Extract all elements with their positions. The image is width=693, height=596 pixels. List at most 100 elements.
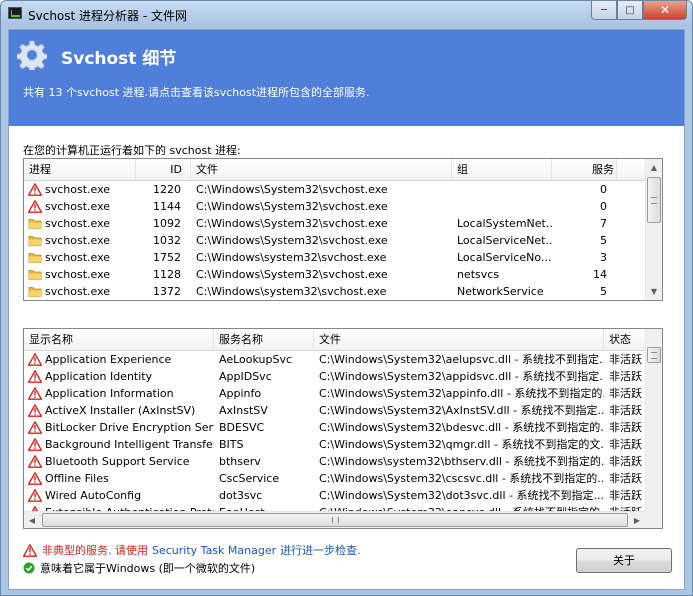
process-file: C:\Windows\system32\svchost.exe <box>196 285 387 298</box>
process-name: svchost.exe <box>45 251 111 264</box>
service-file: C:\Windows\System32\cscsvc.dll - 系统找不到指定… <box>319 472 604 485</box>
process-row[interactable]: svchost.exe 1032 C:\Windows\System32\svcho… <box>24 232 617 249</box>
service-list[interactable]: 显示名称 服务名称 文件 状态 Application Experience Ae… <box>23 328 663 529</box>
service-display-name-cell: Application Information <box>24 385 214 402</box>
scroll-left-arrow[interactable]: ◀ <box>24 512 40 528</box>
minimize-button[interactable]: ─ <box>591 1 617 20</box>
scrollbar-thumb[interactable] <box>647 177 661 223</box>
process-id: 1220 <box>153 183 181 196</box>
warning-triangle-icon <box>28 183 42 196</box>
service-display-name-cell: Application Identity <box>24 368 214 385</box>
title-bar[interactable]: Svchost 进程分析器 - 文件网 ─ □ ✕ <box>1 1 692 27</box>
scroll-down-arrow[interactable]: ▼ <box>646 283 662 300</box>
maximize-button[interactable]: □ <box>617 1 643 20</box>
process-name-cell: svchost.exe <box>24 181 136 198</box>
folder-icon <box>28 287 42 297</box>
process-list-body: svchost.exe 1220 C:\Windows\System32\svcho… <box>24 181 617 300</box>
process-name-cell: svchost.exe <box>24 215 136 232</box>
column-header-id[interactable]: ID <box>136 159 191 181</box>
service-status: 非活跃 <box>609 472 642 485</box>
process-id: 1372 <box>153 285 181 298</box>
service-row[interactable]: Bluetooth Support Service bthserv C:\Windo… <box>24 453 646 470</box>
column-header-file[interactable]: 文件 <box>191 159 452 181</box>
about-button[interactable]: 关于 <box>576 548 672 573</box>
horizontal-scrollbar-thumb[interactable] <box>42 513 628 527</box>
column-header-display-name[interactable]: 显示名称 <box>24 329 214 351</box>
process-file: C:\Windows\System32\svchost.exe <box>196 200 388 213</box>
service-display-name-cell: ActiveX Installer (AxInstSV) <box>24 402 214 419</box>
process-list-scrollbar[interactable]: ▲ ▼ <box>645 159 662 300</box>
service-display-name: BitLocker Drive Encryption Service <box>45 421 214 434</box>
process-list[interactable]: 进程 ID 文件 组 服务 svchost.exe 1220 C:\Windows\… <box>23 158 663 301</box>
service-row[interactable]: Application Information Appinfo C:\Windows… <box>24 385 646 402</box>
process-name: svchost.exe <box>45 183 111 196</box>
process-list-header: 进程 ID 文件 组 服务 <box>24 159 646 181</box>
process-id: 1752 <box>153 251 181 264</box>
scroll-up-arrow[interactable]: ▲ <box>646 159 662 176</box>
service-status: 非活跃 <box>609 387 642 400</box>
close-button[interactable]: ✕ <box>643 1 687 20</box>
security-task-manager-link[interactable]: Security Task Manager <box>152 544 276 557</box>
check-circle-icon <box>23 562 35 574</box>
warning-triangle-icon <box>23 543 37 557</box>
process-row[interactable]: svchost.exe 1372 C:\Windows\system32\svcho… <box>24 283 617 300</box>
column-header-services[interactable]: 服务 <box>552 159 617 181</box>
process-row[interactable]: svchost.exe 1752 C:\Windows\system32\svcho… <box>24 249 617 266</box>
service-row[interactable]: BitLocker Drive Encryption Service BDESVC… <box>24 419 646 436</box>
service-row[interactable]: Wired AutoConfig dot3svc C:\Windows\System… <box>24 487 646 504</box>
app-icon <box>8 7 22 19</box>
service-display-name: Application Experience <box>45 353 172 366</box>
service-status: 非活跃 <box>609 404 642 417</box>
legend-ok-text: 意味着它属于Windows (即一个微软的文件) <box>40 562 256 575</box>
process-row[interactable]: svchost.exe 1144 C:\Windows\System32\svcho… <box>24 198 617 215</box>
warning-triangle-icon <box>28 387 42 400</box>
service-status: 非活跃 <box>609 421 642 434</box>
service-display-name-cell: Bluetooth Support Service <box>24 453 214 470</box>
column-header-group[interactable]: 组 <box>452 159 552 181</box>
column-header-process[interactable]: 进程 <box>24 159 136 181</box>
service-status: 非活跃 <box>609 370 642 383</box>
column-header-file[interactable]: 文件 <box>314 329 604 351</box>
legend-ok: 意味着它属于Windows (即一个微软的文件) <box>23 560 255 576</box>
folder-icon <box>28 253 42 263</box>
column-header-status[interactable]: 状态 <box>604 329 646 351</box>
process-group <box>452 181 552 198</box>
warning-triangle-icon <box>28 200 42 213</box>
scrollbar-thumb[interactable] <box>647 347 661 363</box>
process-row[interactable]: svchost.exe 1220 C:\Windows\System32\svcho… <box>24 181 617 198</box>
warning-triangle-icon <box>28 421 42 434</box>
process-id: 1092 <box>153 217 181 230</box>
service-name: CscService <box>219 472 280 485</box>
process-id: 1032 <box>153 234 181 247</box>
service-status: 非活跃 <box>609 455 642 468</box>
process-name-cell: svchost.exe <box>24 232 136 249</box>
service-list-vertical-scrollbar[interactable] <box>645 329 662 511</box>
service-row[interactable]: ActiveX Installer (AxInstSV) AxInstSV C:\W… <box>24 402 646 419</box>
scroll-right-arrow[interactable]: ▶ <box>629 512 645 528</box>
service-status: 非活跃 <box>609 489 642 502</box>
process-row[interactable]: svchost.exe 1092 C:\Windows\System32\svcho… <box>24 215 617 232</box>
column-header-service-name[interactable]: 服务名称 <box>214 329 314 351</box>
service-name: bthserv <box>219 455 261 468</box>
service-display-name-cell: Wired AutoConfig <box>24 487 214 504</box>
service-row[interactable]: Background Intelligent Transfer ... BITS C… <box>24 436 646 453</box>
process-service-count: 0 <box>600 200 607 213</box>
process-id: 1144 <box>153 200 181 213</box>
service-display-name-cell: BitLocker Drive Encryption Service <box>24 419 214 436</box>
service-display-name-cell: Offline Files <box>24 470 214 487</box>
service-file: C:\Windows\system32\bthserv.dll - 系统找不到指… <box>319 455 604 468</box>
service-display-name: Wired AutoConfig <box>45 489 142 502</box>
warning-triangle-icon <box>28 489 42 502</box>
process-name-cell: svchost.exe <box>24 249 136 266</box>
service-row[interactable]: Application Experience AeLookupSvc C:\Wind… <box>24 351 646 368</box>
service-row[interactable]: Offline Files CscService C:\Windows\System… <box>24 470 646 487</box>
process-group: LocalServiceNet... <box>457 234 552 247</box>
service-file: C:\Windows\System32\AxInstSV.dll - 系统找不到… <box>319 404 604 417</box>
process-group: netsvcs <box>457 268 500 281</box>
service-list-horizontal-scrollbar[interactable]: ◀ ▶ <box>24 511 645 528</box>
window-controls: ─ □ ✕ <box>591 1 687 20</box>
service-row[interactable]: Application Identity AppIDSvc C:\Windows\S… <box>24 368 646 385</box>
service-file: C:\Windows\System32\appidsvc.dll - 系统找不到… <box>319 370 604 383</box>
process-row[interactable]: svchost.exe 1128 C:\Windows\System32\svcho… <box>24 266 617 283</box>
process-file: C:\Windows\System32\svchost.exe <box>196 234 388 247</box>
